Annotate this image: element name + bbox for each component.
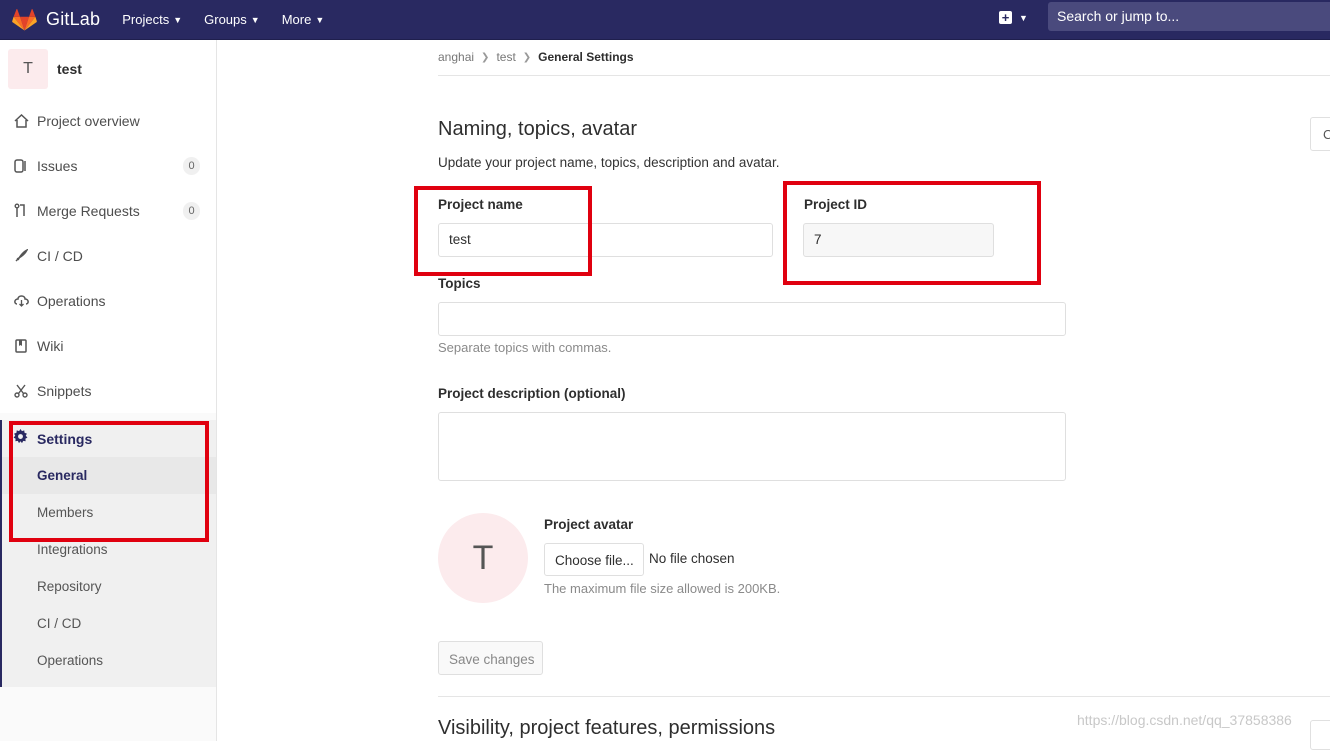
breadcrumb-project[interactable]: test bbox=[496, 50, 515, 64]
sidebar-item-label: Project overview bbox=[37, 113, 140, 129]
issues-count-badge: 0 bbox=[183, 157, 200, 175]
sidebar-subitem-ci-cd[interactable]: CI / CD bbox=[2, 605, 216, 642]
new-dropdown-button[interactable]: + ▼ bbox=[999, 11, 1028, 24]
sidebar-item-label: Merge Requests bbox=[37, 203, 140, 219]
annotation-box-project-id bbox=[783, 181, 1041, 285]
rocket-icon bbox=[13, 248, 29, 264]
sidebar-item-merge-requests[interactable]: Merge Requests 0 bbox=[0, 188, 216, 233]
chevron-down-icon: ▼ bbox=[173, 15, 182, 25]
nav-more[interactable]: More ▼ bbox=[282, 12, 325, 27]
sidebar-subitem-repository[interactable]: Repository bbox=[2, 568, 216, 605]
annotation-box-settings bbox=[9, 421, 209, 542]
nav-more-label: More bbox=[282, 12, 312, 27]
sidebar-item-label: CI / CD bbox=[37, 248, 83, 264]
sidebar-item-snippets[interactable]: Snippets bbox=[0, 368, 216, 413]
section-description: Update your project name, topics, descri… bbox=[438, 155, 779, 170]
save-changes-button[interactable]: Save changes bbox=[438, 641, 543, 675]
annotation-box-project-name bbox=[414, 186, 592, 276]
avatar-help-text: The maximum file size allowed is 200KB. bbox=[544, 581, 780, 596]
nav-projects[interactable]: Projects ▼ bbox=[122, 12, 182, 27]
gitlab-brand[interactable]: GitLab bbox=[12, 0, 100, 40]
breadcrumb-current[interactable]: General Settings bbox=[538, 50, 633, 64]
project-sidebar: T test Project overview Issues 0 Merge R… bbox=[0, 40, 217, 741]
visibility-section-title: Visibility, project features, permission… bbox=[438, 717, 775, 740]
chevron-right-icon: ❯ bbox=[481, 52, 489, 63]
breadcrumb-group[interactable]: anghai bbox=[438, 50, 474, 64]
home-icon bbox=[13, 113, 29, 129]
chevron-down-icon: ▼ bbox=[251, 15, 260, 25]
watermark-text: https://blog.csdn.net/qq_37858386 bbox=[1077, 712, 1292, 728]
plus-square-icon: + bbox=[999, 11, 1012, 24]
choose-file-button[interactable]: Choose file... bbox=[544, 543, 644, 576]
search-input[interactable]: Search or jump to... bbox=[1048, 2, 1330, 31]
sidebar-item-ci-cd[interactable]: CI / CD bbox=[0, 233, 216, 278]
project-avatar-preview: T bbox=[438, 513, 528, 603]
sidebar-item-label: Snippets bbox=[37, 383, 91, 399]
project-title: test bbox=[57, 61, 82, 77]
breadcrumb-divider bbox=[438, 75, 1330, 76]
expand-button[interactable] bbox=[1310, 720, 1330, 750]
topics-input[interactable] bbox=[438, 302, 1066, 336]
section-divider bbox=[438, 696, 1330, 697]
gitlab-logo-icon bbox=[12, 9, 37, 31]
description-textarea[interactable] bbox=[438, 412, 1066, 481]
avatar-label: Project avatar bbox=[544, 517, 633, 532]
chevron-right-icon: ❯ bbox=[523, 52, 531, 63]
topics-help-text: Separate topics with commas. bbox=[438, 340, 611, 355]
file-status-text: No file chosen bbox=[649, 551, 735, 566]
book-icon bbox=[13, 338, 29, 354]
sidebar-item-issues[interactable]: Issues 0 bbox=[0, 143, 216, 188]
cloud-icon bbox=[13, 293, 29, 309]
project-avatar: T bbox=[8, 49, 48, 89]
sidebar-project-header[interactable]: T test bbox=[0, 40, 216, 98]
collapse-button[interactable]: C bbox=[1310, 117, 1330, 151]
scissors-icon bbox=[13, 383, 29, 399]
chevron-down-icon: ▼ bbox=[315, 15, 324, 25]
nav-projects-label: Projects bbox=[122, 12, 169, 27]
breadcrumb: anghai ❯ test ❯ General Settings bbox=[438, 50, 634, 64]
sidebar-item-label: Operations bbox=[37, 293, 105, 309]
merge-request-icon bbox=[13, 203, 29, 219]
sidebar-subitem-operations[interactable]: Operations bbox=[2, 642, 216, 679]
issues-icon bbox=[13, 158, 29, 174]
nav-groups[interactable]: Groups ▼ bbox=[204, 12, 260, 27]
top-navbar: GitLab Projects ▼ Groups ▼ More ▼ + ▼ Se… bbox=[0, 0, 1330, 40]
merge-requests-count-badge: 0 bbox=[183, 202, 200, 220]
description-label: Project description (optional) bbox=[438, 386, 626, 401]
nav-groups-label: Groups bbox=[204, 12, 247, 27]
topics-label: Topics bbox=[438, 276, 481, 291]
brand-name: GitLab bbox=[46, 9, 100, 30]
sidebar-item-label: Wiki bbox=[37, 338, 63, 354]
sidebar-item-project-overview[interactable]: Project overview bbox=[0, 98, 216, 143]
sidebar-item-label: Issues bbox=[37, 158, 77, 174]
sidebar-item-wiki[interactable]: Wiki bbox=[0, 323, 216, 368]
section-title: Naming, topics, avatar bbox=[438, 118, 637, 141]
chevron-down-icon: ▼ bbox=[1019, 13, 1028, 23]
sidebar-item-operations[interactable]: Operations bbox=[0, 278, 216, 323]
sidebar-nav: Project overview Issues 0 Merge Requests… bbox=[0, 98, 216, 413]
